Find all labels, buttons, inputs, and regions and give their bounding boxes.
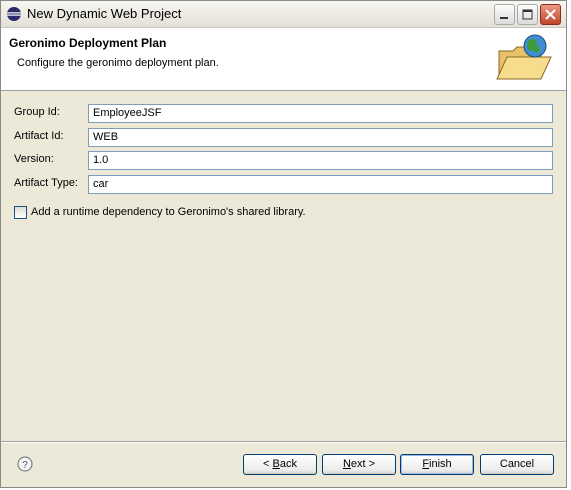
next-button[interactable]: Next > [322, 454, 396, 475]
wizard-banner: Geronimo Deployment Plan Configure the g… [1, 28, 566, 91]
close-button[interactable] [540, 4, 561, 25]
back-label: ack [279, 458, 297, 470]
cancel-button[interactable]: Cancel [480, 454, 554, 475]
group-id-row: Group Id: EmployeeJSF [14, 104, 554, 123]
svg-text:?: ? [22, 460, 28, 471]
close-icon [545, 9, 556, 20]
group-id-label: Group Id: [14, 106, 60, 118]
next-label: ext > [350, 458, 376, 470]
back-mnemonic: B [272, 458, 280, 470]
help-icon[interactable]: ? [17, 456, 33, 472]
back-button[interactable]: < Back [243, 454, 317, 475]
minimize-button[interactable] [494, 4, 515, 25]
version-input[interactable]: 1.0 [88, 151, 553, 170]
version-label: Version: [14, 153, 54, 165]
banner-title: Geronimo Deployment Plan [9, 36, 167, 50]
title-bar[interactable]: New Dynamic Web Project [1, 1, 566, 28]
artifact-type-label: Artifact Type: [14, 177, 78, 189]
banner-description: Configure the geronimo deployment plan. [17, 57, 219, 69]
maximize-icon [522, 9, 533, 20]
footer-separator [1, 441, 566, 443]
artifact-type-row: Artifact Type: car [14, 175, 554, 194]
group-id-input[interactable]: EmployeeJSF [88, 104, 553, 123]
artifact-type-input[interactable]: car [88, 175, 553, 194]
shared-library-label[interactable]: Add a runtime dependency to Geronimo's s… [31, 206, 306, 218]
artifact-id-input[interactable]: WEB [88, 128, 553, 147]
finish-button[interactable]: Finish [400, 454, 474, 475]
shared-library-checkbox[interactable] [14, 206, 27, 219]
minimize-icon [500, 17, 508, 19]
folder-globe-icon [496, 34, 552, 80]
version-row: Version: 1.0 [14, 151, 554, 170]
finish-label: inish [429, 458, 452, 470]
dialog-window: New Dynamic Web Project Geronimo Deploym… [0, 0, 567, 488]
eclipse-icon [7, 7, 21, 21]
artifact-id-row: Artifact Id: WEB [14, 128, 554, 147]
maximize-button[interactable] [517, 4, 538, 25]
window-title: New Dynamic Web Project [27, 6, 182, 21]
next-mnemonic: N [342, 458, 351, 470]
artifact-id-label: Artifact Id: [14, 130, 64, 142]
back-prefix: < [263, 458, 273, 470]
